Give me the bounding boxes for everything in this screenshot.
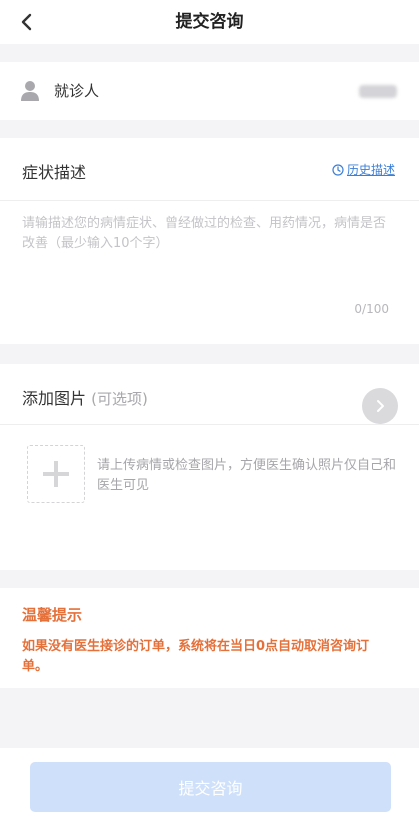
patient-name-blurred bbox=[359, 85, 397, 98]
tips-title: 温馨提示 bbox=[22, 606, 83, 624]
history-description-link[interactable]: 历史描述 bbox=[332, 161, 395, 178]
image-title-label: 添加图片 bbox=[22, 389, 87, 408]
image-title: 添加图片 (可选项) bbox=[22, 385, 148, 409]
page-title: 提交咨询 bbox=[175, 12, 244, 32]
symptom-title: 症状描述 bbox=[22, 163, 87, 182]
symptom-section: 症状描述 历史描述 0/100 bbox=[0, 138, 419, 344]
char-counter: 0/100 bbox=[354, 302, 389, 316]
tips-text: 如果没有医生接诊的订单，系统将在当日0点自动取消咨询订单。 bbox=[22, 639, 370, 674]
divider bbox=[0, 424, 419, 425]
image-upload-section: 添加图片 (可选项) 请上传病情或检查图片，方便医生确认照片仅自己和医生可见 bbox=[0, 364, 419, 570]
submit-button[interactable]: 提交咨询 bbox=[30, 762, 391, 812]
divider bbox=[0, 200, 419, 201]
tips-section: 温馨提示 如果没有医生接诊的订单，系统将在当日0点自动取消咨询订单。 bbox=[0, 588, 419, 688]
person-icon bbox=[21, 81, 39, 101]
patient-selector[interactable]: 就诊人 bbox=[0, 62, 419, 120]
symptom-input[interactable] bbox=[22, 214, 392, 294]
bottom-bar: 提交咨询 bbox=[0, 748, 419, 826]
header-bar: 提交咨询 bbox=[0, 0, 419, 44]
plus-icon bbox=[43, 461, 69, 487]
image-arrow-button[interactable] bbox=[362, 388, 398, 424]
chevron-right-icon bbox=[377, 400, 384, 412]
patient-label: 就诊人 bbox=[54, 82, 100, 100]
upload-hint: 请上传病情或检查图片，方便医生确认照片仅自己和医生可见 bbox=[97, 458, 397, 493]
history-label: 历史描述 bbox=[346, 163, 395, 177]
add-image-button[interactable] bbox=[27, 445, 85, 503]
clock-icon bbox=[332, 163, 344, 176]
optional-label: (可选项) bbox=[91, 390, 148, 408]
